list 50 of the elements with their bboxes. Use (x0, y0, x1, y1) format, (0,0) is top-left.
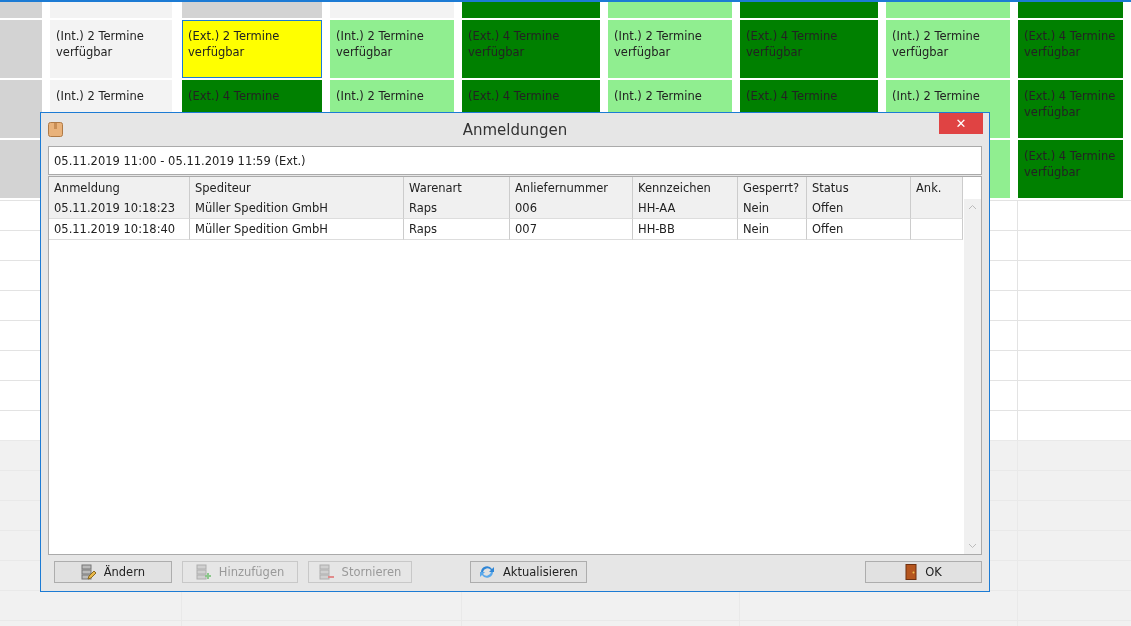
edit-button[interactable]: Ändern (54, 561, 172, 583)
list-minus-icon (318, 564, 334, 580)
slot-cell[interactable] (886, 2, 1010, 18)
list-pencil-icon (80, 564, 96, 580)
table-cell: Müller Spedition GmbH (190, 198, 404, 219)
column-header[interactable]: Spediteur (190, 177, 404, 199)
column-header[interactable]: Anmeldung (49, 177, 190, 199)
slot-cell[interactable]: (Int.) 2 Termine verfügbar (608, 20, 732, 78)
slot-cell[interactable] (740, 2, 878, 18)
slot-cell[interactable]: (Int.) 2 Termine verfügbar (330, 20, 454, 78)
slot-cell[interactable] (50, 2, 172, 18)
table-cell: 05.11.2019 10:18:40 (49, 219, 190, 240)
column-header[interactable]: Gesperrt? (738, 177, 807, 199)
column-header[interactable]: Status (807, 177, 911, 199)
table-cell: Raps (404, 198, 510, 219)
scroll-down-icon[interactable] (968, 543, 977, 549)
scroll-up-icon[interactable] (968, 204, 977, 210)
table-cell: Offen (807, 198, 911, 219)
table-cell: 007 (510, 219, 633, 240)
slot-cell[interactable] (1018, 2, 1123, 18)
slot-cell[interactable] (330, 2, 454, 18)
column-header[interactable]: Ank. (911, 177, 963, 199)
table-cell: HH-BB (633, 219, 738, 240)
column-header[interactable]: Anliefernummer (510, 177, 633, 199)
slot-field: 05.11.2019 11:00 - 05.11.2019 11:59 (Ext.) (48, 146, 982, 175)
refresh-button[interactable]: Aktualisieren (469, 561, 588, 583)
slot-cell[interactable]: (Int.) 2 Termine verfügbar (50, 20, 172, 78)
table-cell: Müller Spedition GmbH (190, 219, 404, 240)
exit-button[interactable]: OK (865, 561, 982, 583)
column-header[interactable]: Warenart (404, 177, 510, 199)
close-button[interactable]: ✕ (939, 113, 983, 134)
slot-cell[interactable] (182, 2, 322, 18)
door-icon (905, 564, 918, 580)
table-cell: Nein (738, 219, 807, 240)
table-cell: 006 (510, 198, 633, 219)
table-cell: Nein (738, 198, 807, 219)
table-cell (911, 219, 963, 240)
slot-cell[interactable]: (Int.) 2 Termine verfügbar (886, 20, 1010, 78)
slot-cell[interactable]: (Ext.) 2 Termine verfügbar (182, 20, 322, 78)
dialog-title: Anmeldungen (462, 120, 568, 139)
table-cell: 05.11.2019 10:18:23 (49, 198, 190, 219)
table-cell: Raps (404, 219, 510, 240)
refresh-icon (478, 564, 495, 580)
column-header[interactable]: Kennzeichen (633, 177, 738, 199)
table-cell: Offen (807, 219, 911, 240)
slot-cell[interactable] (462, 2, 600, 18)
box-icon (48, 122, 63, 137)
list-plus-icon (195, 564, 211, 580)
slot-cell[interactable] (608, 2, 732, 18)
table-cell: HH-AA (633, 198, 738, 219)
